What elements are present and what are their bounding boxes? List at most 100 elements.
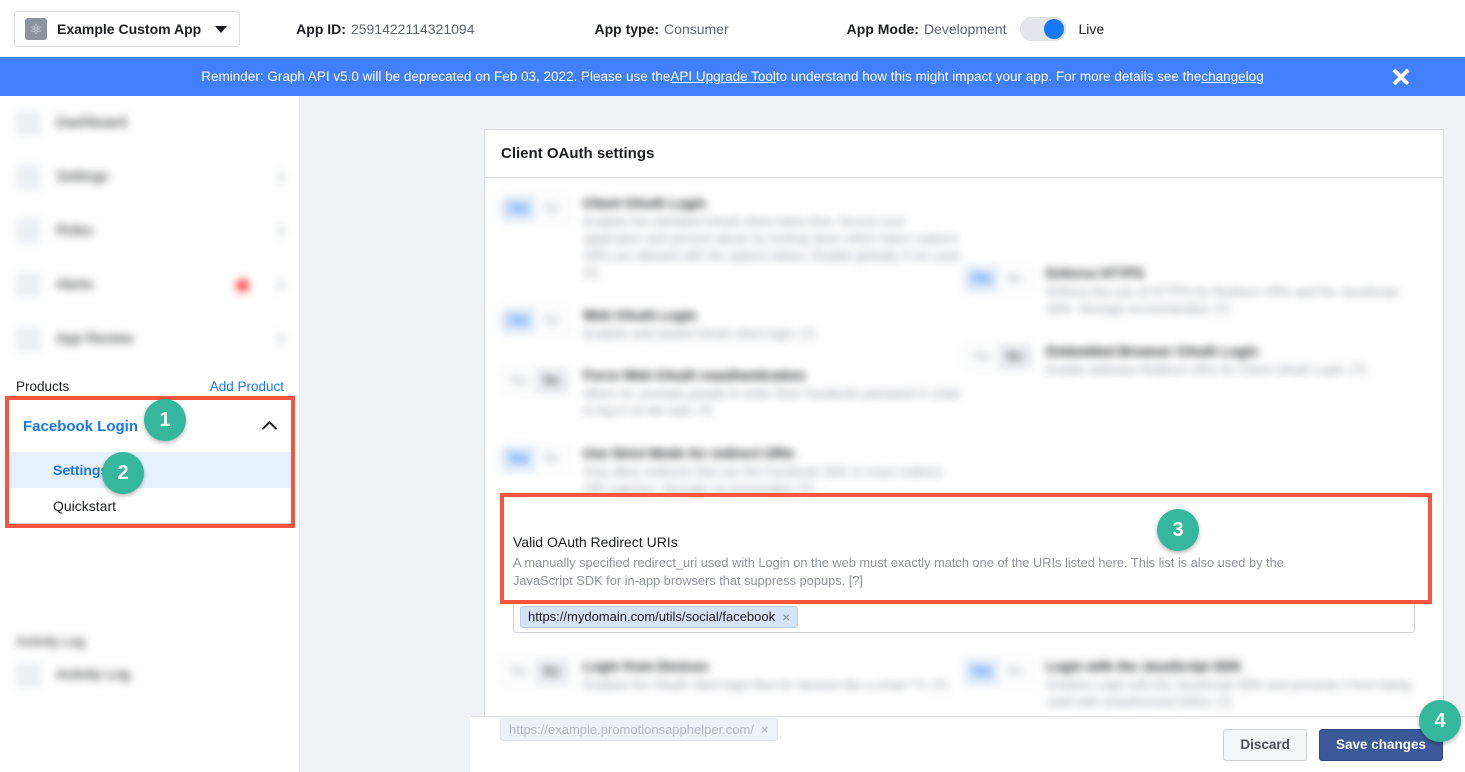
oauth-setting-row: Yes No Login from Devices Enables the OAuth… bbox=[501, 658, 964, 694]
app-review-icon bbox=[16, 326, 42, 352]
app-type-meta: App type: Consumer bbox=[594, 21, 728, 37]
close-icon[interactable] bbox=[1391, 67, 1411, 87]
products-title: Products bbox=[16, 378, 70, 394]
sidebar-item-activity-log[interactable]: Activity Log bbox=[0, 648, 299, 702]
oauth-setting-toggle[interactable]: Yes No bbox=[501, 446, 569, 473]
redirect-uri-token[interactable]: https://mydomain.com/utils/social/facebo… bbox=[520, 605, 799, 628]
oauth-setting-text: Client OAuth Login Enables the standard O… bbox=[583, 196, 964, 282]
redirect-uris-description: A manually specified redirect_uri used w… bbox=[513, 554, 1284, 589]
allowed-domains-input[interactable]: https://example.promotionsapphelper.com/… bbox=[500, 718, 1430, 752]
allowed-domain-token[interactable]: https://example.promotionsapphelper.com/… bbox=[500, 718, 778, 741]
sidebar-item-settings-label: Settings bbox=[53, 462, 109, 478]
oauth-setting-text: Force Web OAuth reauthentication When on,… bbox=[583, 368, 964, 420]
toggle-yes-label[interactable]: Yes bbox=[965, 345, 998, 369]
app-id-key: App ID: bbox=[296, 21, 346, 37]
toggle-yes-label[interactable]: Yes bbox=[502, 447, 535, 472]
app-mode-value: Development bbox=[923, 21, 1007, 37]
close-icon[interactable]: × bbox=[761, 722, 769, 737]
card-title: Client OAuth settings bbox=[485, 130, 1443, 178]
roles-icon bbox=[16, 218, 42, 244]
main-content: Client OAuth settings Yes No Client OAuth … bbox=[300, 96, 1465, 772]
toggle-yes-label[interactable]: Yes bbox=[502, 369, 535, 393]
oauth-setting-toggle[interactable]: Yes No bbox=[501, 307, 569, 334]
chevron-down-icon[interactable] bbox=[270, 277, 286, 293]
add-product-link[interactable]: Add Product bbox=[210, 379, 284, 394]
app-selector-button[interactable]: ⚛ Example Custom App bbox=[14, 11, 241, 47]
sidebar-item-label: App Review bbox=[56, 331, 134, 347]
oauth-setting-toggle[interactable]: Yes No bbox=[964, 266, 1032, 292]
app-mode-meta: App Mode: Development bbox=[847, 21, 1007, 37]
valid-oauth-redirect-uris-section: Valid OAuth Redirect URIs A manually spe… bbox=[501, 524, 1427, 645]
annotation-badge-3: 3 bbox=[1157, 509, 1199, 551]
app-type-value: Consumer bbox=[664, 21, 729, 37]
changelog-link[interactable]: changelog bbox=[1201, 69, 1263, 84]
product-name-label: Facebook Login bbox=[23, 417, 139, 435]
oauth-setting-text: Use Strict Mode for redirect URIs Only al… bbox=[583, 446, 964, 498]
sidebar-item-roles[interactable]: Roles bbox=[0, 204, 299, 258]
sidebar-item-quickstart[interactable]: Quickstart bbox=[7, 488, 293, 524]
toggle-yes-label[interactable]: Yes bbox=[502, 197, 535, 221]
oauth-setting-toggle[interactable]: Yes No bbox=[501, 196, 569, 222]
deprecation-banner: Reminder: Graph API v5.0 will be depreca… bbox=[0, 57, 1465, 96]
toggle-no-label[interactable]: No bbox=[998, 660, 1031, 684]
oauth-setting-description: Enables web based OAuth client login. [?… bbox=[583, 326, 815, 341]
toggle-yes-label[interactable]: Yes bbox=[965, 267, 998, 291]
client-oauth-settings-card: Client OAuth settings Yes No Client OAuth … bbox=[484, 129, 1444, 772]
oauth-setting-title: Enforce HTTPS bbox=[1046, 266, 1145, 281]
chevron-up-icon[interactable] bbox=[261, 420, 278, 437]
activity-log-icon bbox=[16, 662, 42, 688]
sidebar-item-dashboard[interactable]: Dashboard bbox=[0, 96, 299, 150]
chevron-down-icon[interactable] bbox=[270, 331, 286, 347]
oauth-setting-toggle[interactable]: Yes No bbox=[501, 368, 569, 395]
toggle-no-label[interactable]: No bbox=[535, 197, 568, 221]
app-root: ⚛ Example Custom App App ID: 25914221143… bbox=[0, 0, 1465, 772]
sidebar-nav-list: Dashboard Settings Roles Alerts App Review bbox=[0, 96, 299, 366]
oauth-setting-row: Yes No Force Web OAuth reauthentication Whe… bbox=[501, 368, 964, 420]
close-icon[interactable]: × bbox=[782, 609, 790, 625]
oauth-setting-row: Yes No Web OAuth Login Enables web based OA… bbox=[501, 307, 964, 343]
chevron-down-icon[interactable] bbox=[270, 169, 286, 185]
api-upgrade-tool-link[interactable]: API Upgrade Tool bbox=[670, 69, 776, 84]
toggle-yes-label[interactable]: Yes bbox=[502, 308, 535, 333]
products-section-header: Products Add Product bbox=[0, 371, 299, 401]
oauth-setting-title: Client OAuth Login bbox=[583, 196, 706, 211]
redirect-uris-input[interactable]: https://mydomain.com/utils/social/facebo… bbox=[513, 600, 1415, 633]
oauth-toggle-column-left: Yes No Client OAuth Login Enables the stand… bbox=[501, 196, 964, 524]
toggle-no-label[interactable]: No bbox=[998, 267, 1031, 291]
sidebar-item-app-review[interactable]: App Review bbox=[0, 312, 299, 366]
toggle-yes-label[interactable]: Yes bbox=[502, 660, 535, 684]
activity-title: Activity Log bbox=[16, 633, 86, 649]
banner-text-2: to understand how this might impact your… bbox=[775, 69, 1202, 84]
sidebar-item-settings[interactable]: Settings bbox=[0, 150, 299, 204]
sidebar-item-label: Alerts bbox=[56, 277, 94, 293]
toggle-yes-label[interactable]: Yes bbox=[965, 659, 998, 684]
chevron-down-icon[interactable] bbox=[270, 223, 286, 239]
sidebar-item-alerts[interactable]: Alerts bbox=[0, 258, 299, 312]
app-id-meta: App ID: 2591422114321094 bbox=[296, 21, 474, 37]
sidebar-item-label: Dashboard bbox=[56, 115, 127, 131]
toggle-no-label[interactable]: No bbox=[535, 309, 568, 333]
sidebar-item-settings[interactable]: Settings bbox=[7, 452, 293, 488]
sidebar-item-label: Settings bbox=[56, 169, 109, 185]
toggle-no-label[interactable]: No bbox=[535, 447, 568, 471]
oauth-setting-title: Login from Devices bbox=[583, 658, 709, 674]
sidebar-item-label: Roles bbox=[56, 223, 94, 239]
oauth-setting-text: Enforce HTTPS Enforce the use of HTTPS fo… bbox=[1046, 266, 1427, 318]
sidebar-item-quickstart-label: Quickstart bbox=[53, 498, 117, 514]
oauth-setting-row: Yes No Embedded Browser OAuth Login Enable … bbox=[964, 343, 1427, 379]
toggle-no-label[interactable]: No bbox=[998, 344, 1031, 369]
alert-dot-icon bbox=[236, 278, 249, 292]
oauth-setting-toggle[interactable]: Yes No bbox=[964, 343, 1032, 370]
toggle-no-label[interactable]: No bbox=[535, 369, 568, 394]
toggle-no-label[interactable]: No bbox=[535, 659, 568, 684]
oauth-setting-description: When on, prompts people to enter their F… bbox=[583, 387, 961, 419]
redirect-uris-title: Valid OAuth Redirect URIs bbox=[513, 533, 678, 550]
oauth-setting-text: Web OAuth Login Enables web based OAuth c… bbox=[583, 308, 964, 343]
oauth-setting-toggle[interactable]: Yes No bbox=[501, 658, 569, 685]
oauth-setting-description: Only allow redirects that use the Facebo… bbox=[583, 465, 942, 496]
oauth-setting-row: Yes No Client OAuth Login Enables the stand… bbox=[501, 196, 964, 282]
oauth-setting-toggle[interactable]: Yes No bbox=[964, 658, 1032, 685]
oauth-toggle-column-right: Yes No Enforce HTTPS Enforce the use of HTT… bbox=[964, 196, 1427, 524]
app-mode-toggle[interactable] bbox=[1020, 17, 1067, 41]
